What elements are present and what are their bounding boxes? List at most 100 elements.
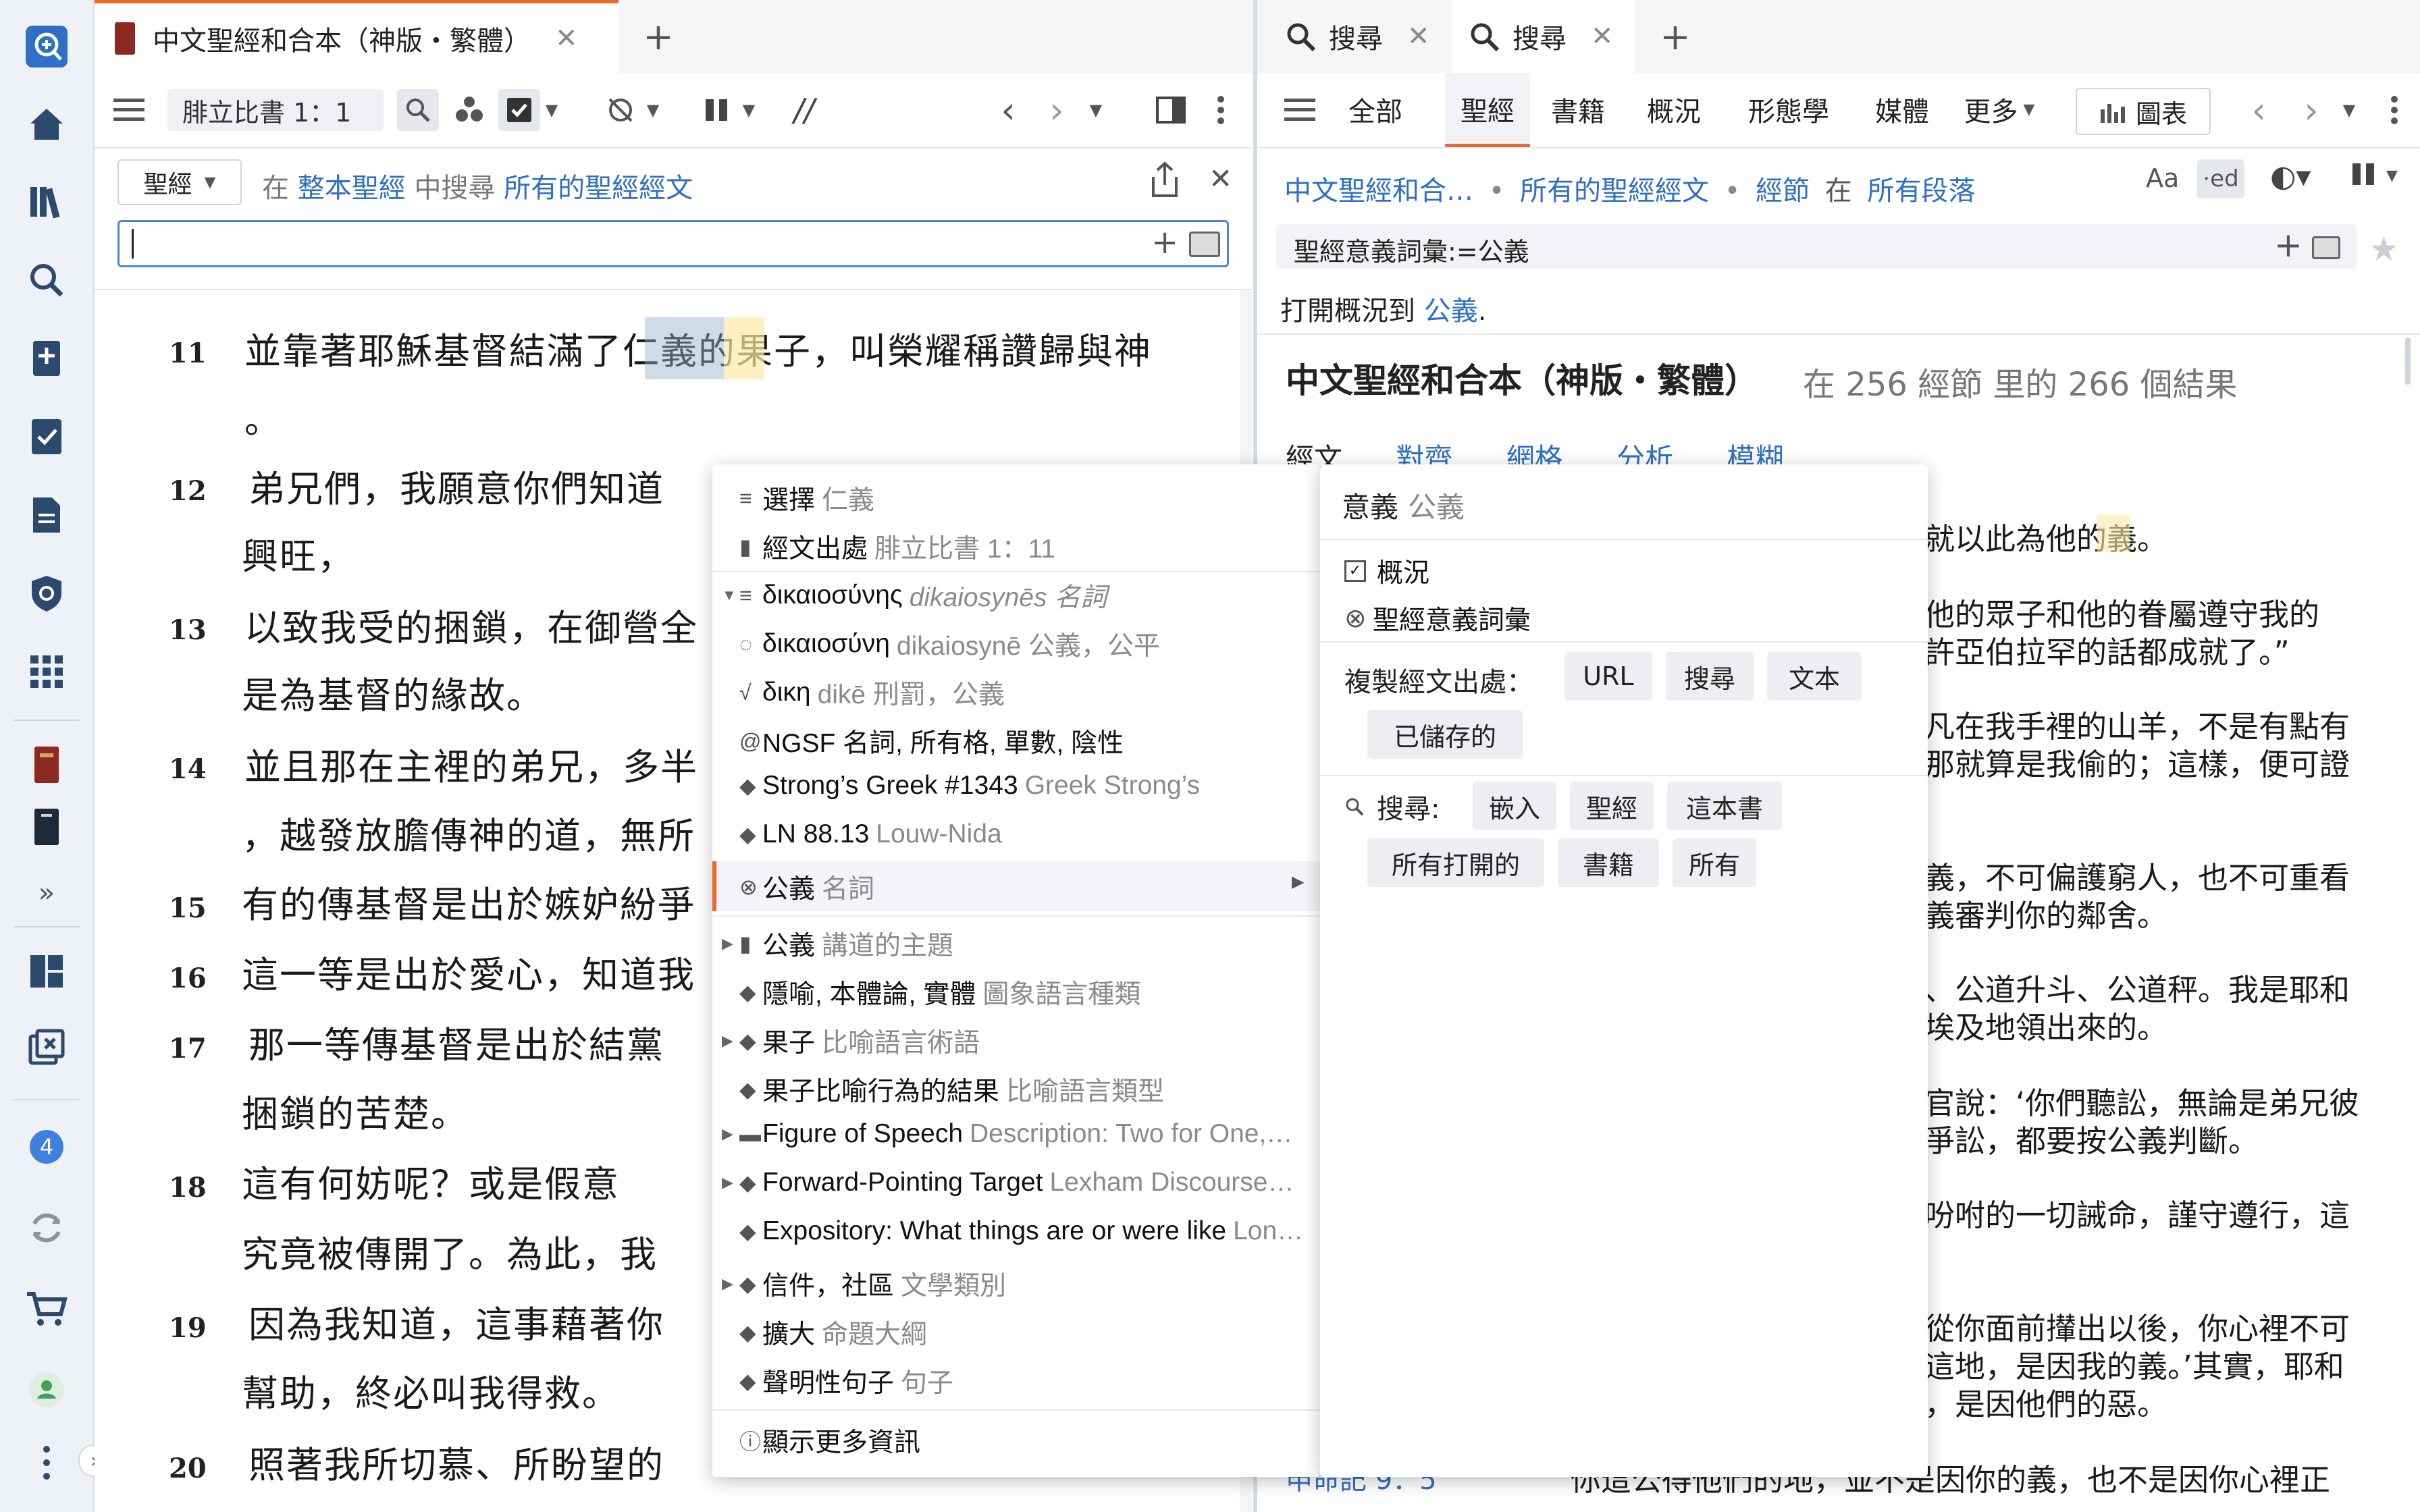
verse-number[interactable]: 18 <box>169 1172 207 1204</box>
verse-number[interactable]: 11 <box>169 338 207 369</box>
people-icon[interactable] <box>448 89 490 131</box>
menu-item-reference[interactable]: ▮ 經文出處 腓立比書 1：11 <box>739 528 1055 566</box>
menu-item-morphology[interactable]: @ NGSF 名詞, 所有格, 單數, 陰性 <box>739 722 1130 760</box>
tab-search-2[interactable]: 搜尋 ✕ <box>1452 0 1634 73</box>
menu-item-louw-nida[interactable]: ◆ LN 88.13 Louw-Nida <box>739 819 1002 849</box>
breadcrumb-resource[interactable]: 中文聖經和合… <box>1284 176 1473 207</box>
nav-all[interactable]: 全部 <box>1338 73 1413 146</box>
verse-18-line-1[interactable]: 這有何妨呢？或是假意 <box>242 1154 620 1208</box>
result-line[interactable]: 埃及地領出來的。 <box>1924 1003 2167 1047</box>
book-red-icon[interactable] <box>23 741 70 788</box>
menu-item-sentence[interactable]: ◆ 聲明性句子 句子 <box>739 1362 953 1400</box>
copy-search-button[interactable]: 搜尋 <box>1666 652 1754 701</box>
verse-13-line-2[interactable]: 是為基督的緣故。 <box>242 666 544 719</box>
verse-17-line-1[interactable]: 那一等傳基督是出於結黨 <box>248 1015 664 1069</box>
parallel-icon[interactable]: // <box>783 89 825 131</box>
split-panel-icon[interactable] <box>1152 89 1190 131</box>
breadcrumb-unit[interactable]: 經節 <box>1756 176 1810 207</box>
keyboard-icon[interactable] <box>2312 236 2340 259</box>
apps-grid-icon[interactable] <box>23 648 70 695</box>
reference-box[interactable]: 腓立比書 1：1 <box>167 89 384 131</box>
verse-number[interactable]: 19 <box>169 1312 207 1344</box>
search-this-book-button[interactable]: 這本書 <box>1667 782 1782 830</box>
menu-item-strongs[interactable]: ◆ Strong’s Greek #1343 Greek Strong’s <box>739 771 1200 801</box>
menu-item-imagery[interactable]: ◆ 隱喻, 本體論, 實體 圖象語言種類 <box>739 973 1140 1011</box>
search-all-button[interactable]: 所有 <box>1673 838 1756 887</box>
shield-icon[interactable] <box>23 570 70 617</box>
verse-number[interactable]: 16 <box>169 963 207 994</box>
notes-icon[interactable] <box>23 335 70 382</box>
search-all-open-button[interactable]: 所有打開的 <box>1367 838 1544 887</box>
menu-item-expository[interactable]: ◆ Expository: What things are or were lik… <box>739 1216 1303 1246</box>
search-books-button[interactable]: 書籍 <box>1558 838 1659 887</box>
add-icon[interactable]: + <box>1151 223 1178 261</box>
hint-scope-link[interactable]: 整本聖經 <box>298 173 406 204</box>
result-line[interactable]: 爭訟，都要按公義判斷。 <box>1924 1116 2259 1160</box>
verse-20-line-1[interactable]: 照著我所切慕、所盼望的 <box>248 1435 664 1488</box>
nav-more[interactable]: 更多 ▼ <box>1955 73 2043 146</box>
copy-text-button[interactable]: 文本 <box>1767 652 1862 701</box>
sync-icon[interactable] <box>23 1204 70 1251</box>
more-icon[interactable] <box>1207 89 1234 131</box>
chevron-down-icon[interactable]: ▼ <box>2338 89 2361 131</box>
menu-item-sermon-topic[interactable]: ▶ ▮ 公義 講道的主題 <box>722 925 953 963</box>
verse-12-line-1[interactable]: 弟兄們，我願意你們知道 <box>248 459 664 512</box>
chevron-down-icon[interactable]: ▼ <box>2386 167 2398 184</box>
checklist-icon[interactable] <box>23 413 70 460</box>
search-icon[interactable] <box>397 89 439 131</box>
chevron-left-icon[interactable]: ‹ <box>991 89 1025 132</box>
nav-books[interactable]: 書籍 <box>1541 73 1615 146</box>
nav-overview[interactable]: 概況 <box>1637 73 1711 146</box>
verse-19-line-2[interactable]: 幫助，終必叫我得救。 <box>242 1364 620 1417</box>
add-icon[interactable]: + <box>2274 225 2303 265</box>
menu-item-sense[interactable]: ⊗ 公義 名詞 <box>739 868 874 906</box>
verse-16-line-1[interactable]: 這一等是出於愛心，知道我 <box>242 945 695 998</box>
library-icon[interactable] <box>23 178 70 225</box>
verse-15-line-1[interactable]: 有的傳基督是出於嫉妒紛爭 <box>242 875 695 928</box>
search-icon[interactable] <box>23 256 70 304</box>
nav-morphology[interactable]: 形態學 <box>1738 73 1839 146</box>
verse-number[interactable]: 14 <box>169 753 207 785</box>
chevron-right-icon[interactable]: › <box>2294 89 2328 132</box>
menu-icon[interactable] <box>107 88 151 132</box>
verse-number[interactable]: 17 <box>169 1033 207 1064</box>
book-dark-icon[interactable] <box>23 803 70 850</box>
result-line[interactable]: 那就算是我偷的；這樣，便可證 <box>1924 740 2350 784</box>
copy-saved-button[interactable]: 已儲存的 <box>1367 710 1523 759</box>
verse-11-line-2[interactable]: 。 <box>244 390 282 443</box>
verse-19-line-1[interactable]: 因為我知道，這事藉著你 <box>248 1295 664 1348</box>
columns-icon[interactable] <box>695 89 737 131</box>
menu-item-root[interactable]: √ δικη dikē 刑罰，公義 <box>739 674 1005 711</box>
search-plus-icon[interactable] <box>23 23 70 70</box>
cart-icon[interactable] <box>23 1285 70 1332</box>
more-icon[interactable] <box>2381 89 2408 131</box>
copy-url-button[interactable]: URL <box>1564 652 1652 701</box>
edit-icon[interactable]: ·ed <box>2197 159 2244 198</box>
results-scrollbar[interactable] <box>2405 338 2411 385</box>
result-line[interactable]: 就以此為他的義。 <box>1924 514 2167 558</box>
nav-bible[interactable]: 聖經 <box>1445 73 1530 147</box>
result-line[interactable]: ，是因他們的惡。 <box>1924 1380 2167 1424</box>
menu-item-forward-pointing[interactable]: ▶ ◆ Forward-Pointing Target Lexham Discours… <box>722 1168 1294 1197</box>
star-icon[interactable]: ★ <box>2369 230 2399 269</box>
scope-dropdown[interactable]: 聖經 ▼ <box>117 159 242 205</box>
nav-media[interactable]: 媒體 <box>1865 73 1939 146</box>
hint-target-link[interactable]: 所有的聖經經文 <box>504 173 693 204</box>
close-icon[interactable]: ✕ <box>1407 21 1430 52</box>
menu-item-genre[interactable]: ▶ ◆ 信件，社區 文學類別 <box>722 1265 1006 1303</box>
chevron-down-icon[interactable]: ▼ <box>542 89 562 131</box>
home-icon[interactable] <box>23 100 70 147</box>
verse-18-line-2[interactable]: 究竟被傳開了。為此，我 <box>242 1224 658 1278</box>
verse-number[interactable]: 12 <box>169 475 207 507</box>
close-icon[interactable]: ✕ <box>1591 21 1614 52</box>
menu-item-inflected[interactable]: ▼ ≡ δικαιοσύνης dikaiosynēs 名詞 <box>722 576 1107 614</box>
chevron-right-icon[interactable]: › <box>1040 89 1074 132</box>
new-tab-button[interactable]: + <box>635 0 682 73</box>
verse-12-line-2[interactable]: 興旺， <box>242 526 355 580</box>
submenu-overview[interactable]: ✓ 概況 <box>1344 552 1429 590</box>
menu-item-figure-of-speech[interactable]: ▶ ▬ Figure of Speech Description: Two for O… <box>722 1119 1292 1149</box>
user-icon[interactable] <box>23 1366 70 1413</box>
document-icon[interactable] <box>23 491 70 539</box>
more-icon[interactable] <box>23 1439 70 1486</box>
result-line[interactable]: 吩咐的一切誡命，謹守遵行，這 <box>1924 1191 2350 1235</box>
